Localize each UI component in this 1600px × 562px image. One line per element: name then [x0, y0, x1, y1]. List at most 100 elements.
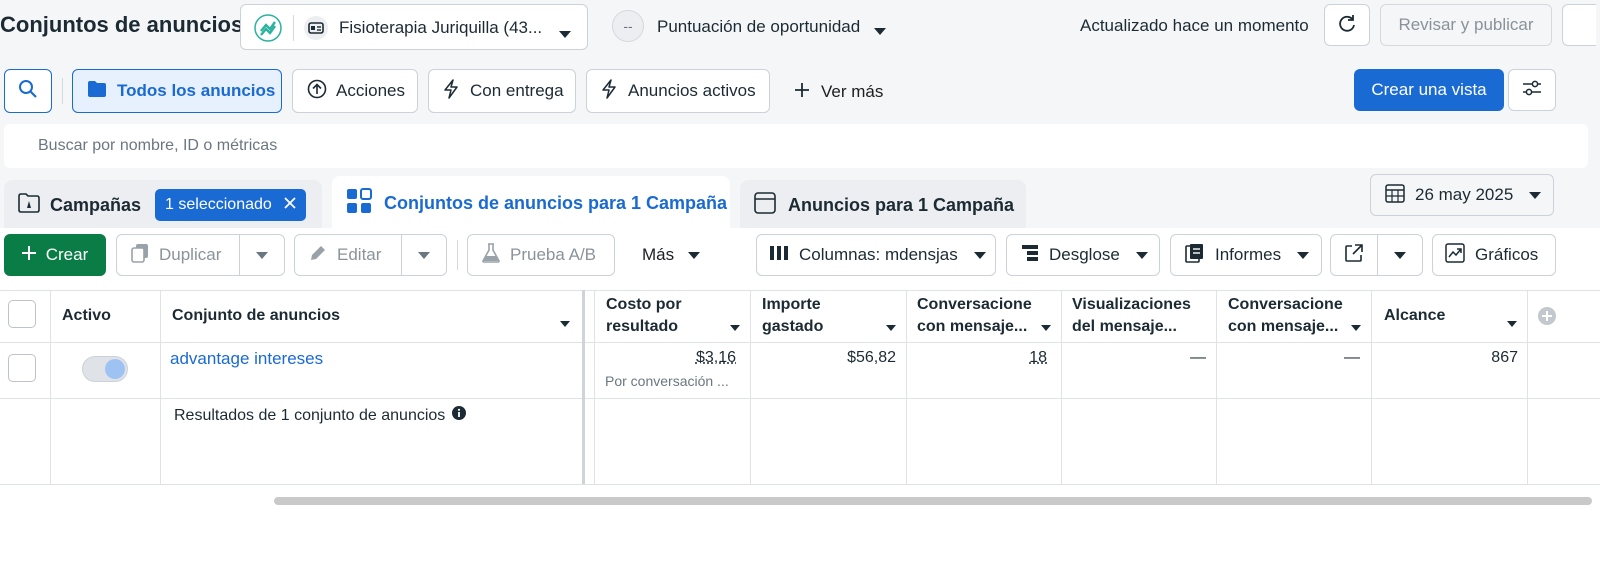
filter-settings-button[interactable]: [1508, 69, 1556, 111]
divider: [1527, 290, 1528, 484]
divider: [293, 15, 294, 41]
search-input[interactable]: [4, 124, 1588, 168]
header-active[interactable]: Activo: [62, 290, 152, 342]
filter-active-ads[interactable]: Anuncios activos: [586, 69, 770, 113]
search-icon: [18, 79, 38, 104]
campaign-flag-icon: [18, 192, 40, 218]
refresh-button[interactable]: [1324, 4, 1370, 46]
row-checkbox[interactable]: [8, 354, 36, 382]
upload-circle-icon: [307, 79, 327, 104]
divider: [1371, 290, 1372, 484]
chevron-down-icon: [874, 23, 886, 41]
cost-per-result-value[interactable]: $3,16: [606, 349, 736, 367]
edit-dropdown[interactable]: [401, 234, 447, 276]
tab-adsets[interactable]: Conjuntos de anuncios para 1 Campaña: [332, 176, 730, 230]
active-toggle[interactable]: [82, 356, 128, 382]
plus-icon: [21, 245, 36, 265]
chevron-down-icon: [560, 313, 570, 335]
select-all-checkbox[interactable]: [8, 300, 36, 328]
chevron-down-icon: [418, 245, 430, 265]
plus-icon: [794, 82, 810, 103]
horizontal-scrollbar[interactable]: [274, 497, 1592, 505]
conversations-value[interactable]: 18: [917, 349, 1047, 367]
divider: [906, 290, 907, 484]
divider: [750, 290, 751, 484]
chevron-down-icon: [1529, 185, 1542, 205]
breakdown-icon: [1021, 244, 1039, 267]
amount-spent-value: $56,82: [847, 349, 896, 366]
filter-with-delivery[interactable]: Con entrega: [428, 69, 576, 113]
tab-ads[interactable]: Anuncios para 1 Campaña: [740, 180, 1026, 230]
selected-badge[interactable]: 1 seleccionado: [155, 189, 306, 221]
header-reach[interactable]: Alcance: [1384, 290, 1527, 342]
views-value: —: [1190, 349, 1206, 366]
chevron-down-icon: [886, 317, 896, 339]
divider: [0, 398, 1600, 399]
chevron-down-icon: [1041, 317, 1051, 339]
chevron-down-icon: [688, 245, 701, 265]
conversations-2-value: —: [1344, 349, 1360, 366]
columns-button[interactable]: Columnas: mdensjas: [756, 234, 996, 276]
divider: [457, 240, 458, 270]
top-bar: Conjuntos de anuncios Fisioterapia Juriq…: [0, 0, 1600, 60]
breakdown-button[interactable]: Desglose: [1006, 234, 1160, 276]
page-title: Conjuntos de anuncios: [0, 12, 244, 37]
account-name: Fisioterapia Juriquilla (43...: [339, 18, 543, 37]
search-row: [0, 122, 1600, 172]
chevron-down-icon: [1394, 245, 1406, 265]
account-selector[interactable]: Fisioterapia Juriquilla (43...: [240, 4, 588, 50]
adset-name-link[interactable]: advantage intereses: [170, 349, 323, 369]
adsets-table: Activo Conjunto de anuncios Costo por res…: [0, 290, 1600, 492]
score-circle: --: [612, 10, 644, 42]
folder-icon: [87, 80, 107, 103]
duplicate-icon: [131, 243, 149, 268]
divider: [160, 290, 161, 484]
calendar-icon: [1385, 183, 1405, 208]
update-status: Actualizado hace un momento: [1080, 16, 1309, 35]
opportunity-score[interactable]: -- Puntuación de oportunidad: [612, 10, 902, 44]
header-conversations-2[interactable]: Conversacione con mensaje...: [1228, 290, 1371, 342]
header-cost-per-result[interactable]: Costo por resultado: [606, 290, 750, 342]
divider: [62, 78, 63, 104]
info-icon[interactable]: [452, 406, 467, 425]
search-toggle-button[interactable]: [4, 69, 52, 113]
pencil-icon: [309, 244, 327, 267]
ab-test-button[interactable]: Prueba A/B: [467, 234, 615, 276]
see-more-button[interactable]: Ver más: [794, 80, 883, 104]
header-conversations[interactable]: Conversacione con mensaje...: [917, 290, 1061, 342]
chevron-down-icon: [1297, 245, 1310, 265]
create-view-button[interactable]: Crear una vista: [1354, 69, 1504, 111]
divider: [0, 484, 1600, 485]
export-dropdown[interactable]: [1377, 234, 1423, 276]
account-logo-icon: [253, 13, 283, 48]
header-views[interactable]: Visualizaciones del mensaje...: [1072, 290, 1216, 342]
chart-line-icon: [1445, 242, 1465, 268]
chevron-down-icon: [973, 245, 986, 265]
header-amount-spent[interactable]: Importe gastado: [762, 290, 906, 342]
results-summary: Resultados de 1 conjunto de anuncios: [174, 406, 467, 425]
divider: [1216, 290, 1217, 484]
duplicate-dropdown[interactable]: [239, 234, 285, 276]
tab-campaigns[interactable]: Campañas 1 seleccionado: [4, 180, 322, 230]
edit-button[interactable]: Editar: [294, 234, 402, 276]
filter-actions[interactable]: Acciones: [292, 69, 418, 113]
review-publish-button[interactable]: Revisar y publicar: [1380, 4, 1552, 46]
flask-icon: [482, 242, 500, 268]
duplicate-button[interactable]: Duplicar: [116, 234, 240, 276]
extra-button[interactable]: [1562, 4, 1596, 46]
create-button[interactable]: Crear: [4, 234, 106, 276]
reports-button[interactable]: Informes: [1170, 234, 1322, 276]
filter-all-ads[interactable]: Todos los anuncios: [72, 69, 282, 113]
header-adset[interactable]: Conjunto de anuncios: [172, 290, 582, 342]
export-button[interactable]: [1330, 234, 1378, 276]
reports-icon: [1185, 243, 1205, 268]
reach-value: 867: [1491, 349, 1518, 366]
date-picker[interactable]: 26 may 2025: [1370, 174, 1554, 216]
frozen-divider[interactable]: [582, 290, 585, 484]
charts-button[interactable]: Gráficos: [1432, 234, 1556, 276]
cost-per-result-sub: Por conversación ...: [605, 373, 729, 389]
add-column-icon[interactable]: [1537, 306, 1557, 331]
close-icon[interactable]: [284, 196, 296, 214]
more-button[interactable]: Más: [642, 234, 716, 276]
divider: [1061, 290, 1062, 484]
